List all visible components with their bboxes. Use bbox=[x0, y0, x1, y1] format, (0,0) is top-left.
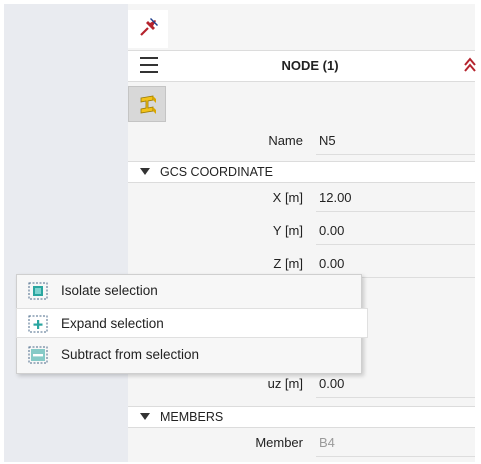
property-row-uz: uz [m] 0.00 bbox=[128, 370, 475, 398]
uz-label: uz [m] bbox=[267, 376, 303, 391]
uz-value[interactable]: 0.00 bbox=[319, 376, 344, 391]
y-value[interactable]: 0.00 bbox=[319, 223, 344, 238]
section-gcs-title: GCS COORDINATE bbox=[160, 165, 273, 179]
subtract-selection-label: Subtract from selection bbox=[61, 347, 200, 362]
section-members[interactable]: MEMBERS bbox=[128, 406, 475, 428]
beam-filter-button[interactable] bbox=[128, 86, 166, 122]
hamburger-menu-icon[interactable] bbox=[140, 57, 158, 73]
expand-selection-label: Expand selection bbox=[61, 316, 164, 331]
property-row-y: Y [m] 0.00 bbox=[128, 217, 475, 245]
name-value[interactable]: N5 bbox=[319, 133, 336, 148]
name-value-box[interactable] bbox=[316, 128, 475, 155]
collapse-triangle-icon bbox=[140, 168, 150, 175]
property-row-name: Name N5 bbox=[128, 127, 475, 155]
property-row-member: Member B4 bbox=[128, 429, 475, 457]
viewport-area[interactable] bbox=[4, 4, 129, 462]
panel-title: NODE (1) bbox=[281, 58, 339, 73]
x-value[interactable]: 12.00 bbox=[319, 190, 352, 205]
property-row-x: X [m] 12.00 bbox=[128, 184, 475, 212]
selection-context-menu: Isolate selection Expand selection Subtr… bbox=[16, 274, 368, 374]
double-chevron-up-icon[interactable] bbox=[463, 56, 477, 74]
beam-filter-icon bbox=[140, 95, 156, 114]
expand-selection-icon bbox=[28, 315, 48, 333]
pin-icon[interactable] bbox=[138, 16, 160, 38]
isolate-selection-label: Isolate selection bbox=[61, 283, 158, 298]
menu-item-isolate-selection[interactable]: Isolate selection bbox=[17, 276, 361, 306]
member-value-box[interactable] bbox=[316, 430, 475, 457]
section-gcs-coordinate[interactable]: GCS COORDINATE bbox=[128, 161, 475, 183]
y-label: Y [m] bbox=[272, 223, 303, 238]
section-members-title: MEMBERS bbox=[160, 410, 224, 424]
member-label: Member bbox=[255, 435, 303, 450]
subtract-selection-icon bbox=[28, 346, 48, 364]
member-value[interactable]: B4 bbox=[319, 435, 335, 450]
x-label: X [m] bbox=[272, 190, 303, 205]
isolate-selection-icon bbox=[28, 282, 48, 300]
z-label: Z [m] bbox=[273, 256, 303, 271]
menu-item-expand-selection[interactable]: Expand selection bbox=[16, 308, 368, 338]
collapse-triangle-icon bbox=[140, 413, 150, 420]
menu-item-subtract-from-selection[interactable]: Subtract from selection bbox=[17, 340, 361, 370]
name-label: Name bbox=[268, 133, 303, 148]
z-value[interactable]: 0.00 bbox=[319, 256, 344, 271]
